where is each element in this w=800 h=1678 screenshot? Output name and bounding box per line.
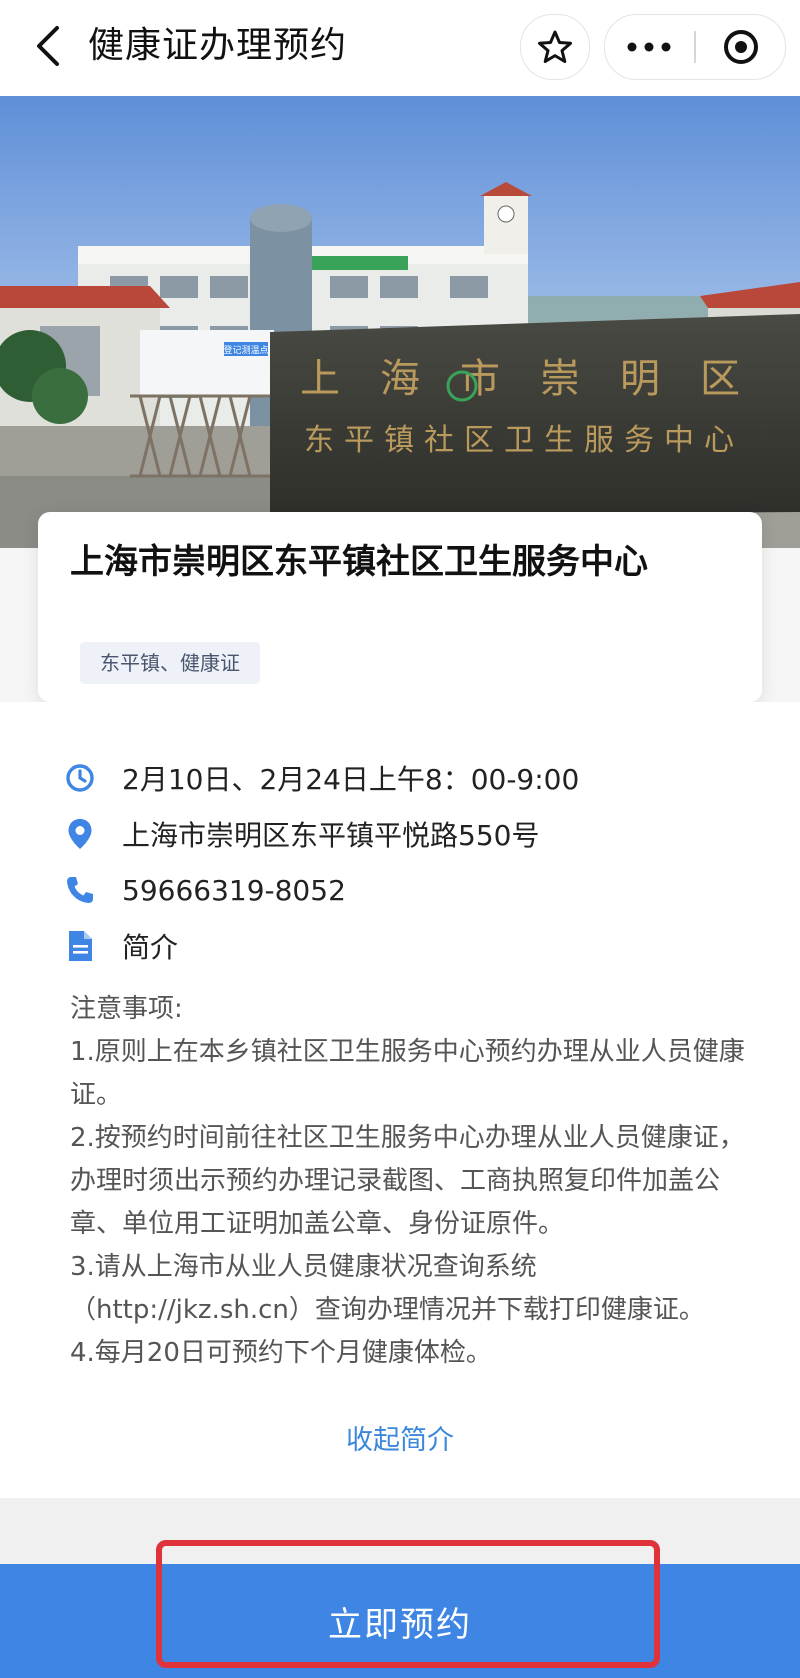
time-row: 2月10日、2月24日上午8：00-9:00: [64, 752, 579, 804]
top-navigation-bar: 健康证办理预约: [0, 0, 800, 96]
hero-sign-text: 登记测温点: [223, 345, 268, 356]
note-item-2: 2.按预约时间前往社区卫生服务中心办理从业人员健康证，办理时须出示预约办理记录截…: [70, 1123, 745, 1239]
intro-row: 简介: [64, 920, 178, 972]
close-button[interactable]: [697, 15, 785, 79]
more-dots-icon: [627, 42, 671, 52]
notes-title: 注意事项:: [70, 994, 183, 1024]
note-item-3: 3.请从上海市从业人员健康状况查询系统（http://jkz.sh.cn）查询办…: [70, 1252, 705, 1325]
note-item-1: 1.原则上在本乡镇社区卫生服务中心预约办理从业人员健康证。: [70, 1037, 745, 1110]
hero-wall-text-line1: 上海市崇明区: [300, 356, 780, 402]
capsule-divider: [694, 31, 696, 63]
note-item-4: 4.每月20日可预约下个月健康体检。: [70, 1338, 492, 1368]
star-icon: [538, 30, 572, 63]
center-name: 上海市崇明区东平镇社区卫生服务中心: [70, 542, 648, 582]
reserve-now-button[interactable]: 立即预约: [0, 1564, 800, 1678]
phone-icon: [64, 874, 96, 906]
more-button[interactable]: [605, 15, 693, 79]
center-tag: 东平镇、健康证: [80, 642, 260, 684]
notes-block: 注意事项: 1.原则上在本乡镇社区卫生服务中心预约办理从业人员健康证。 2.按预…: [70, 988, 746, 1375]
clock-icon: [64, 762, 96, 794]
address-text: 上海市崇明区东平镇平悦路550号: [122, 819, 540, 852]
bottom-bar: 立即预约: [0, 1498, 800, 1678]
document-icon: [64, 930, 96, 962]
appointment-time: 2月10日、2月24日上午8：00-9:00: [122, 763, 580, 796]
phone-row[interactable]: 59666319-8052: [64, 864, 346, 916]
hero-wall-text-line2: 东平镇社区卫生服务中心: [304, 423, 744, 458]
phone-number: 59666319-8052: [122, 873, 346, 907]
hero-image: 登记测温点 上海市崇明区 东平镇社区卫生服务中心: [0, 96, 800, 548]
mini-program-capsule: [604, 14, 786, 80]
back-button[interactable]: [20, 18, 76, 74]
intro-label: 简介: [122, 931, 179, 964]
center-info-card: 上海市崇明区东平镇社区卫生服务中心 东平镇、健康证: [38, 512, 762, 702]
collapse-intro-link[interactable]: 收起简介: [0, 1418, 800, 1457]
details-section: 2月10日、2月24日上午8：00-9:00 上海市崇明区东平镇平悦路550号 …: [0, 702, 800, 1498]
chevron-left-icon: [37, 26, 59, 66]
location-pin-icon: [64, 818, 96, 850]
address-row[interactable]: 上海市崇明区东平镇平悦路550号: [64, 808, 539, 860]
favorite-button[interactable]: [520, 14, 590, 80]
target-close-icon: [724, 30, 758, 64]
page-title: 健康证办理预约: [88, 25, 348, 66]
